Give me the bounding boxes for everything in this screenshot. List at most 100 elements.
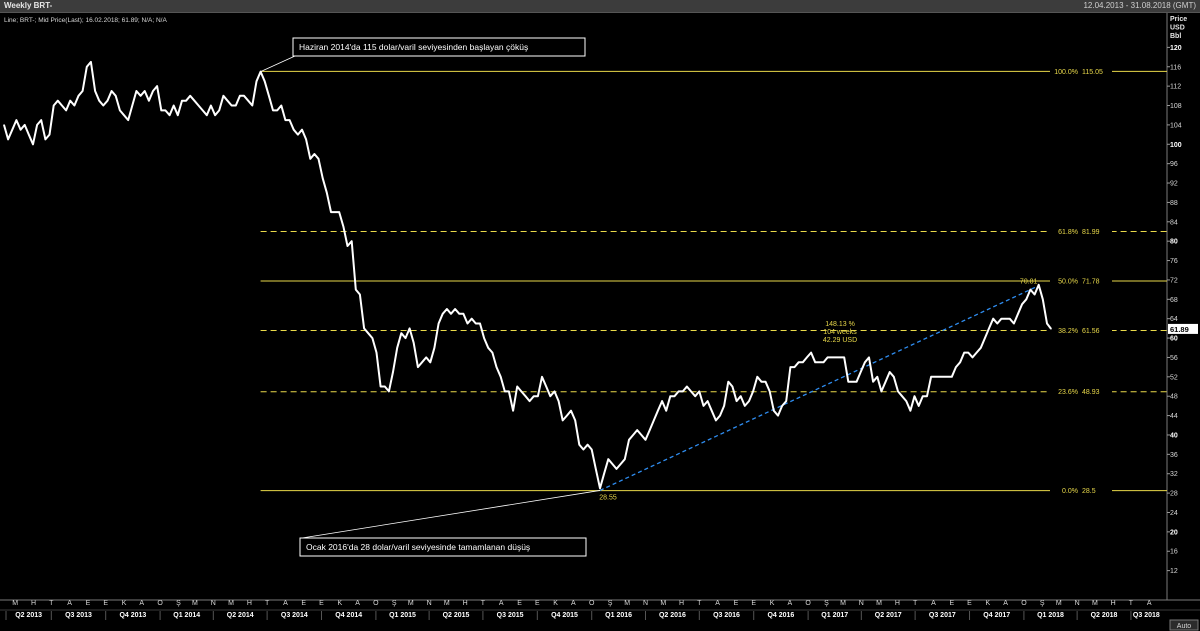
price-point [860,371,862,373]
y-tick-label: 92 [1170,181,1178,188]
price-point [214,114,216,116]
price-point [752,390,754,392]
x-quarter-label: Q4 2014 [335,612,362,619]
x-month-label: A [787,600,792,607]
auto-button[interactable]: Auto [1177,623,1192,630]
price-point [876,376,878,378]
x-month-label: O [373,600,379,607]
price-point [61,104,63,107]
price-point [711,410,713,412]
price-point [967,352,969,354]
price-point [19,129,22,131]
x-month-label: T [49,600,54,607]
x-month-label: A [355,600,360,607]
x-month-label: A [1147,600,1152,607]
x-quarter-label: Q4 2017 [983,612,1010,619]
x-month-label: N [427,600,432,607]
price-point [595,468,597,470]
price-point [632,434,634,436]
price-point [678,390,680,392]
price-point [649,429,651,431]
price-point [388,390,390,392]
price-point [48,133,51,136]
x-month-label: O [157,600,163,607]
price-point [73,104,75,107]
price-point [599,487,601,489]
price-point [284,119,287,121]
price-point [926,395,928,397]
price-point [781,405,783,407]
price-point [566,414,568,417]
x-month-label: K [770,600,775,607]
price-point [86,66,88,68]
x-month-label: A [715,600,720,607]
price-point [574,419,576,422]
price-point [483,337,485,339]
price-point [868,356,870,359]
x-month-label: N [1075,600,1080,607]
price-point [226,100,229,102]
y-tick-label: 104 [1170,122,1182,129]
price-point [520,390,522,392]
y-tick-label: 100 [1170,142,1182,149]
x-month-label: M [1056,600,1062,607]
price-point [1042,298,1044,300]
price-chart[interactable]: Line; BRT-; Mid Price(Last); 16.02.2018;… [0,0,1200,631]
price-point [123,114,125,116]
y-tick-label: 96 [1170,161,1178,168]
trough-value-label: 28.55 [599,494,617,501]
y-tick-label: 120 [1170,45,1182,52]
price-point [396,347,398,349]
y-tick-label: 72 [1170,277,1178,284]
x-month-label: M [408,600,414,607]
price-point [976,352,978,354]
y-axis-header-2: Bbl [1170,33,1181,40]
x-month-label: T [697,600,702,607]
price-point [239,95,241,97]
x-quarter-label: Q1 2015 [389,612,416,619]
price-point [1017,313,1019,315]
price-point [847,381,849,383]
price-point [884,381,887,383]
x-month-label: A [283,600,288,607]
price-point [806,356,808,359]
price-point [715,419,717,422]
price-point [40,119,42,121]
price-point [735,400,738,402]
price-point [222,95,224,97]
y-tick-label: 24 [1170,510,1178,517]
y-axis-header-0: Price [1170,16,1187,23]
price-point [94,90,96,92]
chart-window: Weekly BRT- 12.04.2013 - 31.08.2018 (GMT… [0,0,1200,631]
y-tick-label: 32 [1170,471,1178,478]
peak-value-label: 70.81 [1020,279,1038,286]
x-month-label: K [553,600,558,607]
y-tick-label: 88 [1170,200,1178,207]
price-point [326,192,328,194]
y-tick-label: 12 [1170,568,1178,575]
price-point [446,308,448,310]
price-point [802,361,804,363]
price-point [135,90,138,92]
x-month-label: Ş [176,600,181,607]
price-point [24,124,26,126]
price-point [53,104,55,107]
price-point [793,366,796,368]
price-point [264,80,266,82]
price-point [512,410,514,412]
x-quarter-label: Q3 2015 [497,612,524,619]
price-point [330,211,332,213]
price-point [3,124,5,126]
price-point [148,100,150,102]
y-tick-label: 36 [1170,452,1178,459]
price-point [1033,293,1036,296]
price-point [980,347,982,349]
price-point [243,95,245,97]
price-point [1029,289,1032,291]
price-point [839,356,841,359]
y-axis-header-1: USD [1170,25,1185,32]
price-point [231,104,233,107]
x-quarter-label: Q2 2016 [659,612,686,619]
x-month-label: M [444,600,450,607]
price-point [864,361,866,363]
